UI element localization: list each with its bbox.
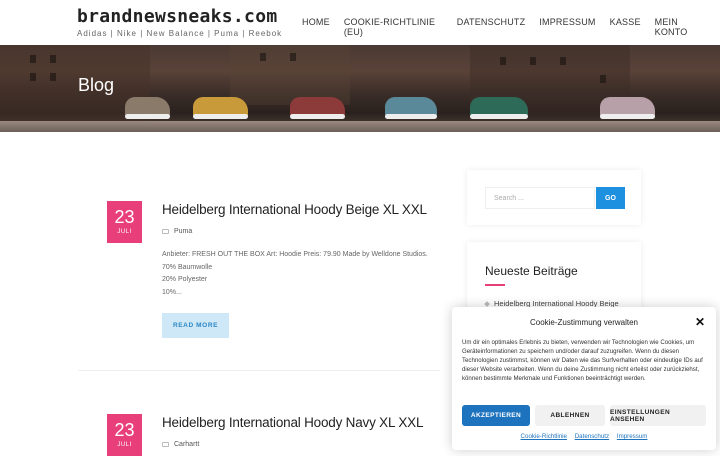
date-day: 23 xyxy=(114,420,135,440)
blog-post: 23 JULI Heidelberg International Hoody N… xyxy=(107,414,447,456)
shoe-image xyxy=(193,97,248,119)
shoe-image xyxy=(385,97,437,119)
hero-banner: Blog xyxy=(0,45,720,132)
nav-checkout[interactable]: KASSE xyxy=(610,17,641,37)
date-badge: 23 JULI xyxy=(107,201,142,243)
blog-post: 23 JULI Heidelberg International Hoody B… xyxy=(107,201,447,351)
nav-my-account[interactable]: MEIN KONTO xyxy=(655,17,706,37)
post-title[interactable]: Heidelberg International Hoody Beige XL … xyxy=(162,202,427,217)
bullet-icon xyxy=(484,300,490,307)
imprint-link[interactable]: Impressum xyxy=(617,433,648,440)
excerpt-line: 70% Baumwolle xyxy=(162,263,213,271)
date-day: 23 xyxy=(114,207,135,227)
privacy-link[interactable]: Datenschutz xyxy=(575,433,609,440)
excerpt-line: 10%... xyxy=(162,288,182,296)
nav-home[interactable]: HOME xyxy=(302,17,330,37)
main-nav: HOME COOKIE-RICHTLINIE (EU) DATENSCHUTZ … xyxy=(302,17,720,37)
excerpt-line: 20% Polyester xyxy=(162,276,208,283)
widget-underline xyxy=(485,284,505,286)
page-title: Blog xyxy=(78,75,115,95)
category-link[interactable]: Puma xyxy=(174,228,192,235)
site-tagline: Adidas | Nike | New Balance | Puma | Ree… xyxy=(77,29,283,38)
search-widget: Search ... GO xyxy=(467,170,641,225)
search-button[interactable]: GO xyxy=(596,187,625,209)
deny-button[interactable]: ABLEHNEN xyxy=(535,405,605,426)
shoe-image xyxy=(470,97,528,119)
nav-imprint[interactable]: IMPRESSUM xyxy=(539,17,595,37)
folder-icon xyxy=(162,229,169,234)
post-excerpt: Anbieter: FRESH OUT THE BOX Art: Hoodie … xyxy=(162,249,452,299)
cookie-text: Um dir ein optimales Erlebnis zu bieten,… xyxy=(462,339,703,382)
post-category: Carhartt xyxy=(162,441,199,448)
cookie-title: Cookie-Zustimmung verwalten xyxy=(529,318,639,327)
nav-cookie-policy[interactable]: COOKIE-RICHTLINIE (EU) xyxy=(344,17,443,37)
folder-icon xyxy=(162,442,169,447)
nav-privacy[interactable]: DATENSCHUTZ xyxy=(457,17,526,37)
read-more-button[interactable]: READ MORE xyxy=(162,313,229,338)
date-month: JULI xyxy=(117,442,132,448)
shoe-image xyxy=(290,97,345,119)
post-category: Puma xyxy=(162,228,192,235)
post-divider xyxy=(78,370,440,371)
cookie-consent-dialog: Cookie-Zustimmung verwalten ✕ Um dir ein… xyxy=(452,307,716,450)
accept-button[interactable]: AKZEPTIEREN xyxy=(462,405,530,426)
post-title[interactable]: Heidelberg International Hoody Navy XL X… xyxy=(162,415,423,430)
widget-title: Neueste Beiträge xyxy=(485,264,578,278)
excerpt-line: Anbieter: FRESH OUT THE BOX Art: Hoodie … xyxy=(162,251,428,258)
shoe-image xyxy=(600,97,655,119)
cookie-policy-link[interactable]: Cookie-Richtlinie xyxy=(521,433,567,440)
hero-ledge xyxy=(0,121,720,132)
search-input[interactable]: Search ... xyxy=(485,187,595,209)
preferences-button[interactable]: EINSTELLUNGEN ANSEHEN xyxy=(610,405,706,426)
shoe-image xyxy=(125,97,170,119)
cookie-links: Cookie-Richtlinie Datenschutz Impressum xyxy=(452,433,716,440)
date-month: JULI xyxy=(117,229,132,235)
site-title[interactable]: brandnewsneaks.com xyxy=(77,6,277,27)
close-icon[interactable]: ✕ xyxy=(695,315,705,329)
site-header: brandnewsneaks.com Adidas | Nike | New B… xyxy=(0,0,720,45)
category-link[interactable]: Carhartt xyxy=(174,441,199,448)
